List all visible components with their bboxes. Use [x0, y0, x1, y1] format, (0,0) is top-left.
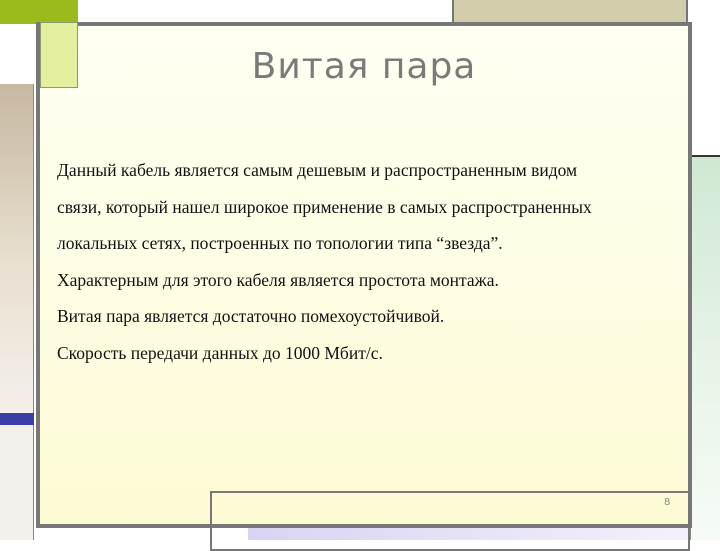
body-line: Витая пара является достаточно помехоуст…: [57, 306, 445, 326]
body-line: Скорость передачи данных до 1000 Мбит/с.: [57, 342, 383, 363]
body-line: локальных сетях, построенных по топологи…: [57, 233, 503, 253]
body-line: связи, который нашел широкое применение …: [57, 196, 592, 217]
decor-light-strip: [0, 425, 34, 540]
decor-green-strip: [690, 156, 720, 540]
slide-body: Данный кабель является самым дешевым и р…: [57, 152, 677, 371]
decor-tan-strip: [0, 84, 34, 414]
decor-bottom-box: [210, 491, 690, 551]
decor-green-block: [0, 0, 78, 24]
decor-grey-box: [452, 0, 688, 24]
body-line: Данный кабель является самым дешевым и р…: [57, 160, 578, 180]
decor-blue-strip: [0, 413, 34, 425]
slide-title: Витая пара: [251, 46, 477, 87]
decor-right-rule: [690, 155, 720, 157]
page-number: 8: [664, 497, 671, 508]
body-line: Характерным для этого кабеля является пр…: [57, 269, 499, 290]
